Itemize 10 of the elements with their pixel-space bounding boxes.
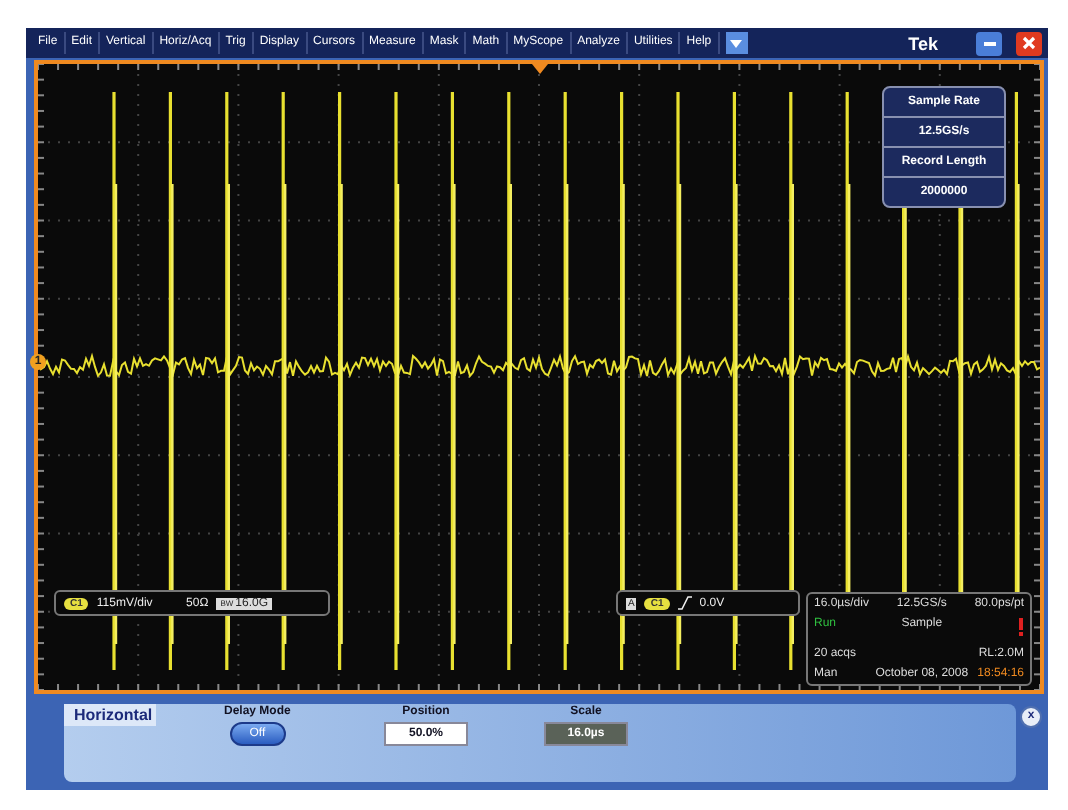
rising-edge-icon (677, 596, 692, 610)
close-icon (1022, 36, 1036, 50)
panel-tab[interactable]: Horizontal (64, 704, 156, 726)
minimize-icon (983, 41, 995, 45)
minimize-button[interactable] (976, 31, 1002, 55)
warning-icon (1018, 618, 1024, 636)
dropdown-button[interactable] (725, 32, 748, 54)
brand-logo: Tek (908, 33, 938, 53)
caret-icon (730, 39, 743, 47)
close-button[interactable] (1016, 31, 1042, 55)
